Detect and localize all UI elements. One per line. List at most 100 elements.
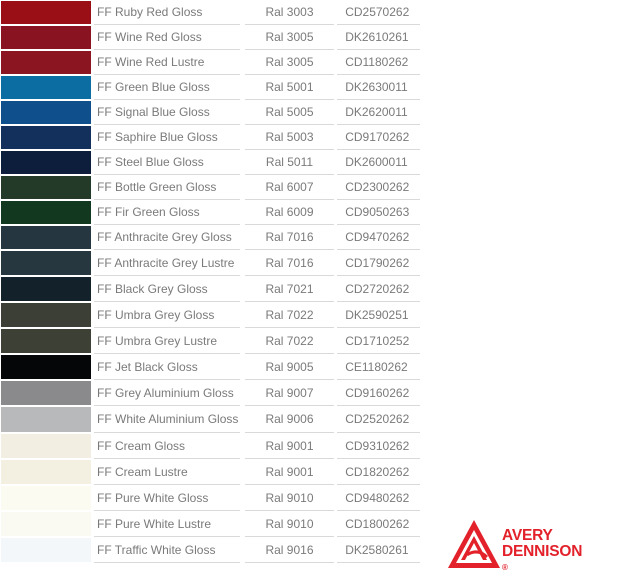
color-swatch bbox=[1, 538, 91, 562]
ral-code: Ral 5001 bbox=[244, 75, 335, 100]
color-swatch bbox=[1, 486, 91, 510]
ral-code: Ral 7022 bbox=[244, 302, 335, 328]
color-swatch bbox=[1, 355, 91, 379]
color-row: FF Traffic White Gloss Ral 9016 DK258026… bbox=[0, 537, 420, 563]
ral-code: Ral 9001 bbox=[244, 459, 335, 485]
color-name: FF Wine Red Lustre bbox=[94, 50, 240, 75]
ral-code: Ral 3003 bbox=[244, 0, 335, 25]
product-code: CD9310262 bbox=[337, 433, 420, 459]
color-row: FF White Aluminium Gloss Ral 9006 CD2520… bbox=[0, 406, 420, 433]
color-row: FF Saphire Blue Gloss Ral 5003 CD9170262 bbox=[0, 125, 420, 150]
product-code: DK2610261 bbox=[337, 25, 420, 50]
ral-code: Ral 9005 bbox=[244, 354, 335, 380]
avery-dennison-triangle-icon bbox=[448, 520, 500, 568]
product-code: CD1180262 bbox=[337, 50, 420, 75]
ral-code: Ral 9007 bbox=[244, 380, 335, 406]
color-row: FF Pure White Gloss Ral 9010 CD9480262 bbox=[0, 485, 420, 511]
color-name: FF Signal Blue Gloss bbox=[94, 100, 240, 125]
color-row: FF Wine Red Lustre Ral 3005 CD1180262 bbox=[0, 50, 420, 75]
product-code: CD9170262 bbox=[337, 125, 420, 150]
color-row: FF Fir Green Gloss Ral 6009 CD9050263 bbox=[0, 200, 420, 225]
ral-code: Ral 3005 bbox=[244, 25, 335, 50]
logo-line-1: AVERY bbox=[502, 527, 553, 544]
product-code: CD1800262 bbox=[337, 511, 420, 537]
color-name: FF Bottle Green Gloss bbox=[94, 175, 240, 200]
color-row: FF Anthracite Grey Lustre Ral 7016 CD179… bbox=[0, 250, 420, 276]
color-swatch bbox=[1, 126, 91, 149]
color-swatch bbox=[1, 226, 91, 249]
registered-mark: ® bbox=[502, 563, 508, 572]
color-swatch bbox=[1, 303, 91, 327]
ral-code: Ral 6009 bbox=[244, 200, 335, 225]
color-swatch bbox=[1, 381, 91, 405]
color-name: FF Umbra Grey Gloss bbox=[94, 302, 240, 328]
color-swatch bbox=[1, 460, 91, 484]
ral-code: Ral 7021 bbox=[244, 276, 335, 302]
product-code: CD1710252 bbox=[337, 328, 420, 354]
color-swatch bbox=[1, 407, 91, 432]
color-row: FF Cream Gloss Ral 9001 CD9310262 bbox=[0, 433, 420, 459]
color-name: FF Anthracite Grey Lustre bbox=[94, 250, 240, 276]
product-code: DK2630011 bbox=[337, 75, 420, 100]
product-code: CD9160262 bbox=[337, 380, 420, 406]
color-row: FF Cream Lustre Ral 9001 CD1820262 bbox=[0, 459, 420, 485]
color-name: FF Jet Black Gloss bbox=[94, 354, 240, 380]
color-swatch bbox=[1, 76, 91, 99]
logo-wordmark: AVERY DENNISON ® bbox=[502, 528, 582, 576]
color-row: FF Umbra Grey Gloss Ral 7022 DK2590251 bbox=[0, 302, 420, 328]
color-name: FF Grey Aluminium Gloss bbox=[94, 380, 240, 406]
color-swatch bbox=[1, 151, 91, 174]
product-code: CD2720262 bbox=[337, 276, 420, 302]
avery-dennison-logo: AVERY DENNISON ® bbox=[446, 518, 616, 572]
ral-code: Ral 9010 bbox=[244, 511, 335, 537]
product-code: CD1820262 bbox=[337, 459, 420, 485]
ral-code: Ral 5003 bbox=[244, 125, 335, 150]
product-code: DK2580261 bbox=[337, 537, 420, 563]
product-code: DK2590251 bbox=[337, 302, 420, 328]
logo-line-2: DENNISON ® bbox=[502, 544, 582, 576]
product-code: CD2520262 bbox=[337, 406, 420, 433]
color-name: FF Anthracite Grey Gloss bbox=[94, 225, 240, 250]
color-swatch bbox=[1, 51, 91, 74]
product-code: CD1790262 bbox=[337, 250, 420, 276]
ral-code: Ral 5005 bbox=[244, 100, 335, 125]
color-name: FF Ruby Red Gloss bbox=[94, 0, 240, 25]
color-name: FF Cream Lustre bbox=[94, 459, 240, 485]
color-row: FF Anthracite Grey Gloss Ral 7016 CD9470… bbox=[0, 225, 420, 250]
color-swatch bbox=[1, 26, 91, 49]
color-row: FF Black Grey Gloss Ral 7021 CD2720262 bbox=[0, 276, 420, 302]
color-name: FF Wine Red Gloss bbox=[94, 25, 240, 50]
product-code: CD2300262 bbox=[337, 175, 420, 200]
color-name: FF Traffic White Gloss bbox=[94, 537, 240, 563]
color-name: FF Black Grey Gloss bbox=[94, 276, 240, 302]
ral-code: Ral 9001 bbox=[244, 433, 335, 459]
color-row: FF Signal Blue Gloss Ral 5005 DK2620011 bbox=[0, 100, 420, 125]
color-swatch bbox=[1, 512, 91, 536]
color-swatch bbox=[1, 1, 91, 24]
color-row: FF Ruby Red Gloss Ral 3003 CD2570262 bbox=[0, 0, 420, 25]
color-row: FF Umbra Grey Lustre Ral 7022 CD1710252 bbox=[0, 328, 420, 354]
color-chart: FF Ruby Red Gloss Ral 3003 CD2570262 FF … bbox=[0, 0, 420, 563]
product-code: CE1180262 bbox=[337, 354, 420, 380]
color-name: FF White Aluminium Gloss bbox=[94, 406, 240, 433]
color-swatch bbox=[1, 201, 91, 224]
color-name: FF Green Blue Gloss bbox=[94, 75, 240, 100]
ral-code: Ral 7016 bbox=[244, 250, 335, 276]
color-name: FF Pure White Gloss bbox=[94, 485, 240, 511]
color-swatch bbox=[1, 251, 91, 275]
ral-code: Ral 3005 bbox=[244, 50, 335, 75]
color-row: FF Grey Aluminium Gloss Ral 9007 CD91602… bbox=[0, 380, 420, 406]
color-swatch bbox=[1, 329, 91, 353]
product-code: DK2600011 bbox=[337, 150, 420, 175]
color-name: FF Saphire Blue Gloss bbox=[94, 125, 240, 150]
color-row: FF Steel Blue Gloss Ral 5011 DK2600011 bbox=[0, 150, 420, 175]
color-swatch bbox=[1, 277, 91, 301]
color-row: FF Wine Red Gloss Ral 3005 DK2610261 bbox=[0, 25, 420, 50]
product-code: CD9470262 bbox=[337, 225, 420, 250]
ral-code: Ral 9010 bbox=[244, 485, 335, 511]
color-row: FF Pure White Lustre Ral 9010 CD1800262 bbox=[0, 511, 420, 537]
color-swatch bbox=[1, 434, 91, 458]
color-name: FF Steel Blue Gloss bbox=[94, 150, 240, 175]
color-row: FF Green Blue Gloss Ral 5001 DK2630011 bbox=[0, 75, 420, 100]
ral-code: Ral 7016 bbox=[244, 225, 335, 250]
